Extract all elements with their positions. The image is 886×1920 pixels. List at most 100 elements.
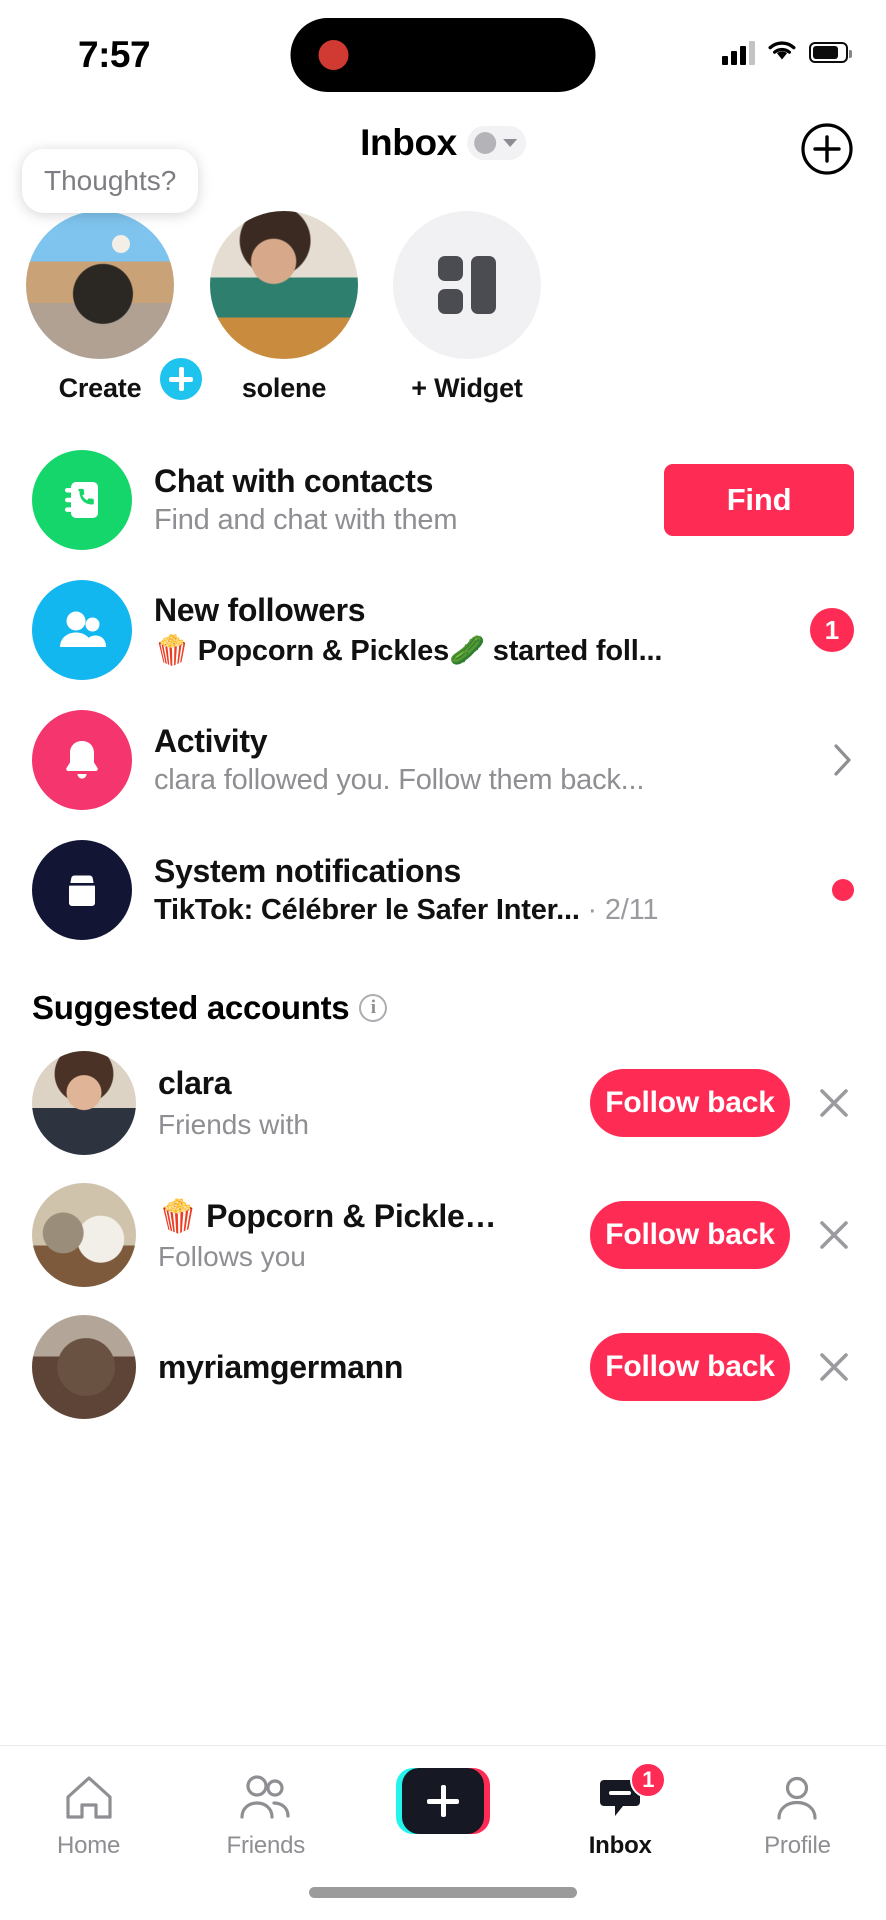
account-name: clara [158,1064,232,1101]
follow-back-button[interactable]: Follow back [590,1333,790,1401]
list-item[interactable]: clara Friends with Follow back [0,1037,886,1169]
cat-photo [26,211,174,359]
account-switcher[interactable] [466,126,526,160]
two-cats-photo [32,1183,136,1287]
tab-home[interactable]: Home [0,1768,177,1860]
suggested-accounts-list: clara Friends with Follow back 🍿 Popcorn… [0,1037,886,1433]
tab-profile[interactable]: Profile [709,1768,886,1860]
find-button[interactable]: Find [664,464,854,536]
tab-label: Profile [764,1832,831,1859]
account-subtitle-text: Follows you [158,1241,306,1272]
notification-title: New followers [154,592,366,629]
cellular-signal-icon [722,40,755,65]
account-text: clara Friends with [158,1065,590,1142]
mailbox-icon [32,840,132,940]
unread-count-badge: 1 [810,608,854,652]
inbox-title-switcher[interactable]: Inbox [360,122,526,164]
inbox-message-icon: 1 [532,1762,709,1828]
friends-icon [177,1768,354,1828]
notification-action [832,742,854,778]
close-icon[interactable] [814,1215,854,1255]
account-name: myriamgermann [158,1348,404,1385]
chevron-down-icon [502,139,517,147]
thoughts-bubble[interactable]: Thoughts? [22,149,199,213]
story-item-solene[interactable]: solene [184,211,384,404]
dynamic-island [290,18,596,92]
chevron-right-icon [832,742,854,778]
notification-action: Find [664,464,854,536]
avatar[interactable] [26,211,174,359]
follow-back-button[interactable]: Follow back [590,1201,790,1269]
notification-subtitle: 🍿 Popcorn & Pickles🥒 started foll... [154,634,663,667]
notification-subtitle: clara followed you. Follow them back... [154,764,645,797]
home-icon [0,1768,177,1828]
status-time: 7:57 [78,34,151,75]
story-item-widget[interactable]: + Widget [367,211,567,404]
home-indicator [309,1887,577,1898]
tab-friends[interactable]: Friends [177,1768,354,1860]
inbox-badge: 1 [630,1762,667,1798]
notification-row-new-followers[interactable]: New followers 🍿 Popcorn & Pickles🥒 start… [0,565,886,695]
tab-create[interactable] [354,1768,531,1838]
app-screen: 7:57 Inbox Thoughts? Create solene + Wid… [0,0,886,1920]
notification-title: Chat with contacts [154,462,434,499]
info-circle-icon[interactable]: i [359,994,388,1022]
tab-inbox[interactable]: 1 Inbox [532,1762,709,1860]
myriam-photo [32,1315,136,1419]
unread-dot-icon [832,879,854,901]
widget-grid-icon[interactable] [393,211,541,359]
two-people-icon [32,580,132,680]
follow-back-button[interactable]: Follow back [590,1069,790,1137]
list-item[interactable]: myriamgermann Follow back [0,1301,886,1433]
notification-list: Chat with contacts Find and chat with th… [0,435,886,955]
account-avatar-icon [473,132,496,154]
tab-label: Friends [226,1832,306,1859]
avatar[interactable] [32,1315,136,1419]
notification-text: System notifications TikTok: Célébrer le… [154,853,816,928]
tab-label: Home [56,1832,121,1859]
notification-title: Activity [154,722,268,759]
profile-person-icon [709,1768,886,1828]
notification-action: 1 [810,608,854,652]
account-subtitle: Friends with [158,1108,590,1142]
avatar[interactable] [210,211,358,359]
status-bar: 7:57 [0,0,886,118]
avatar[interactable] [32,1051,136,1155]
wifi-icon [766,38,798,67]
notification-subtitle: TikTok: Célébrer le Safer Inter... · 2/1… [154,894,816,927]
notification-action [832,879,854,901]
notification-row-activity[interactable]: Activity clara followed you. Follow them… [0,695,886,825]
story-label: solene [241,373,327,403]
tab-label: Inbox [588,1832,652,1859]
avatar[interactable] [32,1183,136,1287]
recording-dot-icon [318,40,349,70]
mutual-friend-avatar [318,1108,352,1142]
notification-row-chat-with-contacts[interactable]: Chat with contacts Find and chat with th… [0,435,886,565]
story-label: + Widget [411,373,523,403]
suggested-accounts-header: Suggested accounts i [0,955,886,1037]
account-subtitle: Follows you [158,1241,590,1273]
notification-text: Chat with contacts Find and chat with th… [154,463,648,538]
bell-icon [32,710,132,810]
plus-circle-icon[interactable] [800,122,854,176]
close-icon[interactable] [814,1083,854,1123]
story-item-create[interactable]: Thoughts? Create [0,149,206,404]
notification-text: Activity clara followed you. Follow them… [154,723,816,798]
stories-row: Thoughts? Create solene + Widget [0,149,886,413]
status-icons [722,38,852,67]
notification-subtitle: Find and chat with them [154,504,458,537]
notification-text: New followers 🍿 Popcorn & Pickles🥒 start… [154,592,794,668]
close-icon[interactable] [814,1347,854,1387]
system-notification-preview: TikTok: Célébrer le Safer Inter... [154,894,580,927]
account-subtitle-text: Friends with [158,1108,309,1140]
account-text: myriamgermann [158,1349,590,1386]
clara-photo [32,1051,136,1155]
account-name: 🍿 Popcorn & Pickle… [158,1198,497,1234]
list-item[interactable]: 🍿 Popcorn & Pickle… Follows you Follow b… [0,1169,886,1301]
suggested-accounts-title: Suggested accounts [32,989,350,1026]
notification-row-system-notifications[interactable]: System notifications TikTok: Célébrer le… [0,825,886,955]
contacts-phone-icon [32,450,132,550]
notification-title: System notifications [154,852,461,889]
account-text: 🍿 Popcorn & Pickle… Follows you [158,1197,590,1273]
create-plus-icon[interactable] [396,1768,490,1834]
